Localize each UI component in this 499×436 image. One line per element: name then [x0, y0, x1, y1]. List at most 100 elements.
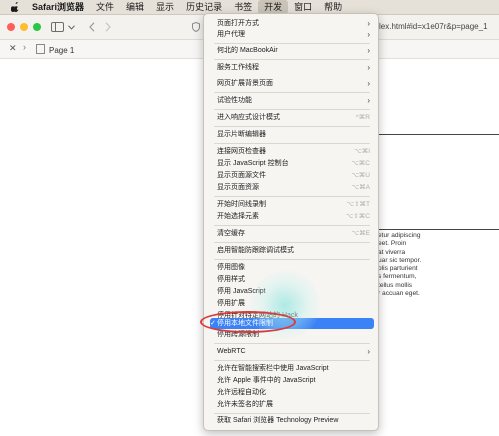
menu-item-label: 何北的 MacBookAir — [217, 47, 278, 54]
menu-item-label: 停用扩展 — [217, 300, 245, 307]
menu-item-label: 显示页面资源 — [217, 184, 259, 191]
menu-item-allow-remote-automation[interactable]: 允许远程自动化 — [210, 387, 374, 398]
menu-item-itp-debug-mode[interactable]: 启用智能防跟踪调试模式 — [210, 245, 374, 256]
lorem-text: etur adipiscing eet. Proin at viverra ua… — [378, 232, 499, 298]
menu-item-label: 试验性功能 — [217, 97, 252, 104]
menu-item-shortcut: ⌥⌘C — [351, 160, 370, 167]
menu-bookmarks[interactable]: 书签 — [228, 0, 258, 14]
menu-item-label: WebRTC — [217, 348, 246, 355]
chevron-right-icon: › — [367, 79, 370, 88]
chevron-right-icon: › — [367, 30, 370, 39]
menu-item-page-source[interactable]: 显示页面源文件 ⌥⌘U — [210, 170, 374, 181]
menu-item-shortcut: ⌥⌘E — [351, 230, 370, 237]
sidebar-icon[interactable] — [51, 20, 64, 34]
lorem-line: eet. Proin — [378, 240, 407, 248]
chevron-right-icon: › — [367, 96, 370, 105]
forward-icon[interactable] — [105, 20, 111, 34]
close-tab-icon[interactable]: ✕ — [9, 43, 17, 54]
shield-icon[interactable] — [192, 20, 200, 34]
menu-item-shortcut: ⌥⇧⌘C — [345, 213, 370, 220]
menu-divider — [214, 196, 370, 197]
develop-menu: 页面打开方式 › 用户代理 › 何北的 MacBookAir › 服务工作线程 › 网页… — [203, 13, 379, 431]
menu-history[interactable]: 历史记录 — [180, 0, 228, 14]
lorem-line: r accuan eget. — [378, 290, 420, 298]
menu-safari[interactable]: Safari浏览器 — [26, 0, 90, 14]
menu-item-allow-js-apple-events[interactable]: 允许 Apple 事件中的 JavaScript — [210, 375, 374, 386]
content-frame — [378, 134, 499, 230]
menu-item-page-resources[interactable]: 显示页面资源 ⌥⌘A — [210, 182, 374, 193]
chevron-right-icon: › — [367, 46, 370, 55]
menu-item-label: 显示 JavaScript 控制台 — [217, 160, 289, 167]
menu-item-label: 网页扩展背景页面 — [217, 80, 273, 87]
menu-item-label: 允许未签名的扩展 — [217, 401, 273, 408]
chevron-right-icon: › — [367, 63, 370, 72]
menu-file[interactable]: 文件 — [90, 0, 120, 14]
menu-item-webrtc[interactable]: WebRTC › — [210, 346, 374, 357]
menu-item-label: 显示页面源文件 — [217, 172, 266, 179]
menu-window[interactable]: 窗口 — [288, 0, 318, 14]
menu-item-label: 服务工作线程 — [217, 64, 259, 71]
menu-item-label: 获取 Safari 浏览器 Technology Preview — [217, 417, 339, 424]
menu-item-open-page-with[interactable]: 页面打开方式 › — [210, 18, 374, 29]
menu-item-shortcut: ⌥⌘A — [351, 184, 370, 191]
chevron-down-icon[interactable] — [68, 20, 75, 34]
back-icon[interactable] — [89, 20, 95, 34]
menu-item-label: 开始时间线录制 — [217, 201, 266, 208]
menu-item-service-workers[interactable]: 服务工作线程 › — [210, 62, 374, 73]
menu-item-web-inspector[interactable]: 连接网页检查器 ⌥⌘I — [210, 146, 374, 157]
menu-item-user-agent[interactable]: 用户代理 › — [210, 29, 374, 40]
menu-divider — [214, 225, 370, 226]
close-window-button[interactable] — [7, 23, 15, 31]
zoom-window-button[interactable] — [33, 23, 41, 31]
menu-item-allow-js-smart-search[interactable]: 允许在智能搜索栏中使用 JavaScript — [210, 363, 374, 374]
address-field[interactable]: lex.html#id=x1e07r&p=page_1 — [379, 19, 499, 35]
menu-develop[interactable]: 开发 — [258, 0, 289, 14]
minimize-window-button[interactable] — [20, 23, 28, 31]
menu-divider — [214, 343, 370, 344]
menu-item-label: 进入响应式设计模式 — [217, 114, 280, 121]
menu-item-empty-caches[interactable]: 清空缓存 ⌥⌘E — [210, 228, 374, 239]
menu-item-javascript-console[interactable]: 显示 JavaScript 控制台 ⌥⌘C — [210, 158, 374, 169]
menu-divider — [214, 242, 370, 243]
lorem-line: olis parturient — [378, 265, 418, 273]
menu-item-label: 允许 Apple 事件中的 JavaScript — [217, 377, 316, 384]
menu-item-label: 开始选择元素 — [217, 213, 259, 220]
menu-divider — [214, 143, 370, 144]
menu-divider — [214, 109, 370, 110]
menu-item-shortcut: ⌥⌘U — [351, 172, 370, 179]
menu-item-label: 启用智能防跟踪调试模式 — [217, 247, 294, 254]
red-annotation-circle — [200, 311, 296, 333]
menu-edit[interactable]: 编辑 — [120, 0, 150, 14]
chevron-right-icon[interactable]: › — [23, 42, 26, 52]
menu-item-responsive-design-mode[interactable]: 进入响应式设计模式 ^⌘R — [210, 112, 374, 123]
menu-item-snippet-editor[interactable]: 显示片断编辑器 — [210, 129, 374, 140]
lorem-line: uar sic tempor. — [378, 256, 422, 264]
menu-item-device[interactable]: 何北的 MacBookAir › — [210, 45, 374, 56]
lorem-line: etur adipiscing — [378, 232, 421, 239]
menu-divider — [214, 360, 370, 361]
tab-page-1[interactable]: Page 1 — [36, 44, 74, 55]
menu-item-label: 允许在智能搜索栏中使用 JavaScript — [217, 365, 329, 372]
menu-divider — [214, 259, 370, 260]
menu-item-label: 清空缓存 — [217, 230, 245, 237]
menu-item-technology-preview[interactable]: 获取 Safari 浏览器 Technology Preview — [210, 415, 374, 426]
menu-item-label: 用户代理 — [217, 31, 245, 38]
menu-item-shortcut: ⌥⇧⌘T — [346, 201, 370, 208]
menu-item-label: 停用图像 — [217, 264, 245, 271]
menu-item-shortcut: ^⌘R — [355, 114, 370, 121]
menu-item-experimental-features[interactable]: 试验性功能 › — [210, 95, 374, 106]
page-icon — [36, 44, 45, 54]
menu-view[interactable]: 显示 — [150, 0, 180, 14]
menu-item-extension-background-pages[interactable]: 网页扩展背景页面 › — [210, 78, 374, 89]
menu-item-timeline-recording[interactable]: 开始时间线录制 ⌥⇧⌘T — [210, 199, 374, 210]
menu-divider — [214, 43, 370, 44]
chevron-right-icon: › — [367, 347, 370, 356]
menu-item-select-element[interactable]: 开始选择元素 ⌥⇧⌘C — [210, 211, 374, 222]
menu-item-label: 允许远程自动化 — [217, 389, 266, 396]
menu-item-label: 显示片断编辑器 — [217, 131, 266, 138]
menu-help[interactable]: 帮助 — [318, 0, 348, 14]
menu-item-allow-unsigned-extensions[interactable]: 允许未签名的扩展 — [210, 399, 374, 410]
menu-divider — [214, 413, 370, 414]
apple-logo-icon[interactable] — [10, 2, 20, 12]
lorem-line: s fermentum, — [378, 273, 417, 281]
